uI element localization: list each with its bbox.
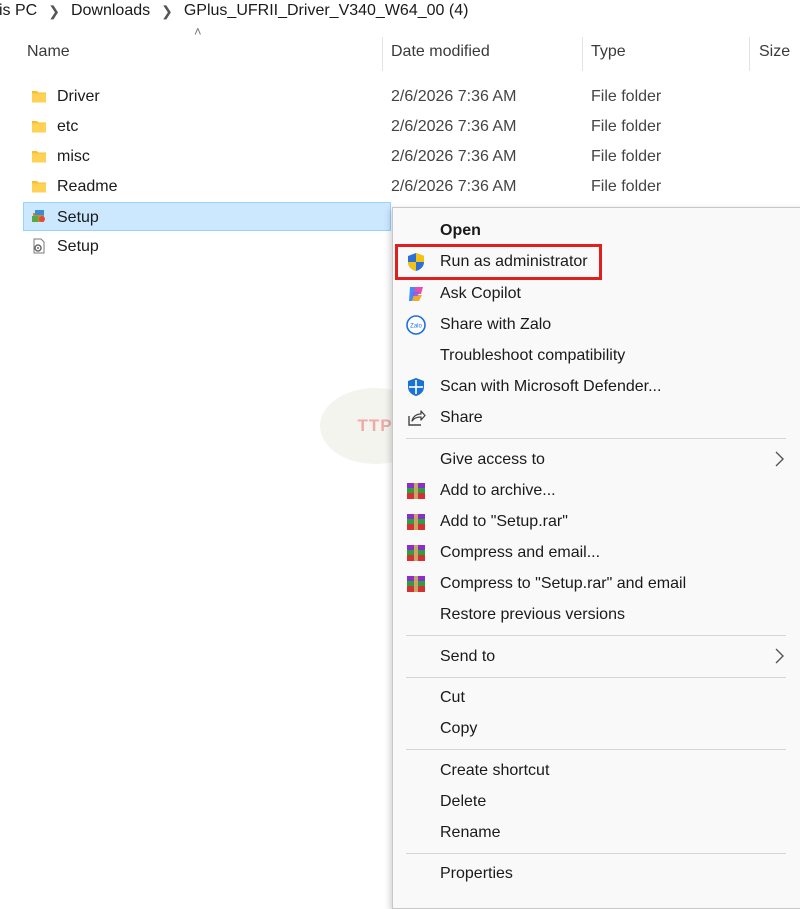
column-header-date-modified[interactable]: Date modified (391, 27, 490, 77)
menu-item-give-access-to[interactable]: Give access to (393, 444, 800, 475)
column-divider[interactable] (582, 37, 583, 71)
file-type: File folder (591, 87, 662, 105)
file-row-readme[interactable]: Readme 2/6/2026 7:36 AM File folder (23, 172, 800, 201)
file-name: Setup (57, 237, 99, 255)
copilot-icon (409, 287, 423, 301)
menu-item-label: Copy (440, 719, 478, 737)
winrar-icon (407, 514, 425, 530)
file-name: Driver (57, 87, 100, 105)
menu-item-label: Delete (440, 792, 487, 810)
defender-icon (408, 378, 424, 396)
menu-item-label: Scan with Microsoft Defender... (440, 377, 662, 395)
column-divider[interactable] (749, 37, 750, 71)
menu-item-label: Restore previous versions (440, 605, 625, 623)
file-name: misc (57, 147, 90, 165)
menu-item-properties[interactable]: Properties (393, 858, 800, 889)
watermark-text: TTP (357, 416, 393, 435)
menu-item-label: Compress to "Setup.rar" and email (440, 574, 687, 592)
file-date: 2/6/2026 7:36 AM (391, 117, 517, 135)
breadcrumb-downloads[interactable]: Downloads (69, 2, 152, 20)
menu-item-label: Share (440, 408, 483, 426)
config-file-icon (33, 238, 45, 254)
menu-item-label: Properties (440, 864, 513, 882)
file-row-driver[interactable]: Driver 2/6/2026 7:36 AM File folder (23, 82, 800, 111)
menu-separator (406, 749, 786, 750)
breadcrumb-this-pc[interactable]: is PC (0, 2, 39, 20)
menu-item-label: Open (440, 221, 481, 239)
menu-item-label: Add to "Setup.rar" (440, 512, 568, 530)
context-menu: Open Run as administrator Ask Copilot Za… (392, 207, 800, 909)
menu-item-scan-with-defender[interactable]: Scan with Microsoft Defender... (393, 371, 800, 402)
menu-separator (406, 438, 786, 439)
column-divider[interactable] (382, 37, 383, 71)
file-row-misc[interactable]: misc 2/6/2026 7:36 AM File folder (23, 142, 800, 171)
folder-icon (32, 121, 46, 133)
share-icon (408, 410, 426, 426)
file-name: Readme (57, 177, 118, 195)
menu-item-label: Add to archive... (440, 481, 556, 499)
chevron-right-icon: ❯ (161, 2, 173, 19)
file-date: 2/6/2026 7:36 AM (391, 87, 517, 105)
winrar-icon (407, 483, 425, 499)
menu-item-troubleshoot-compatibility[interactable]: Troubleshoot compatibility (393, 340, 800, 371)
menu-separator (406, 677, 786, 678)
breadcrumb-current-folder[interactable]: GPlus_UFRII_Driver_V340_W64_00 (4) (182, 2, 471, 20)
chevron-right-icon (775, 451, 784, 467)
menu-item-label: Send to (440, 647, 496, 665)
menu-separator (406, 635, 786, 636)
highlight-box (395, 244, 602, 280)
sort-ascending-icon: ˄ (194, 24, 202, 39)
breadcrumb: is PC ❯ Downloads ❯ GPlus_UFRII_Driver_V… (0, 0, 470, 22)
menu-item-restore-previous-versions[interactable]: Restore previous versions (393, 599, 800, 630)
chevron-right-icon (775, 648, 784, 664)
menu-item-label: Rename (440, 823, 501, 841)
svg-text:Zalo: Zalo (410, 324, 422, 330)
file-type: File folder (591, 177, 662, 195)
file-row-etc[interactable]: etc 2/6/2026 7:36 AM File folder (23, 112, 800, 141)
zalo-icon: Zalo (406, 315, 426, 335)
folder-icon (32, 151, 46, 163)
menu-item-label: Compress and email... (440, 543, 601, 561)
menu-item-compress-and-email[interactable]: Compress and email... (393, 537, 800, 568)
folder-icon (32, 181, 46, 193)
menu-item-send-to[interactable]: Send to (393, 641, 800, 672)
menu-item-compress-to-setup-rar-and-email[interactable]: Compress to "Setup.rar" and email (393, 568, 800, 599)
column-header-size[interactable]: Size (759, 27, 790, 77)
file-date: 2/6/2026 7:36 AM (391, 177, 517, 195)
menu-item-rename[interactable]: Rename (393, 817, 800, 848)
menu-item-label: Create shortcut (440, 761, 550, 779)
menu-item-label: Ask Copilot (440, 284, 521, 302)
file-row-setup-exe[interactable]: Setup (23, 202, 391, 231)
menu-separator (406, 853, 786, 854)
menu-item-label: Give access to (440, 450, 545, 468)
menu-item-label: Troubleshoot compatibility (440, 346, 626, 364)
winrar-icon (407, 576, 425, 592)
folder-icon (32, 91, 46, 103)
chevron-right-icon: ❯ (48, 2, 60, 19)
menu-item-share-with-zalo[interactable]: Zalo Share with Zalo (393, 309, 800, 340)
menu-item-ask-copilot[interactable]: Ask Copilot (393, 278, 800, 309)
menu-item-share[interactable]: Share (393, 402, 800, 433)
file-name: etc (57, 117, 79, 135)
winrar-icon (407, 545, 425, 561)
file-type: File folder (591, 117, 662, 135)
menu-item-delete[interactable]: Delete (393, 786, 800, 817)
menu-item-cut[interactable]: Cut (393, 682, 800, 713)
menu-item-create-shortcut[interactable]: Create shortcut (393, 755, 800, 786)
column-header-row: ˄ Name Date modified Type Size (0, 24, 800, 77)
file-type: File folder (591, 147, 662, 165)
setup-installer-icon (32, 210, 45, 222)
column-header-type[interactable]: Type (591, 27, 626, 77)
file-name: Setup (57, 208, 99, 226)
menu-item-add-to-archive[interactable]: Add to archive... (393, 475, 800, 506)
menu-item-label: Share with Zalo (440, 315, 552, 333)
menu-item-add-to-setup-rar[interactable]: Add to "Setup.rar" (393, 506, 800, 537)
menu-item-copy[interactable]: Copy (393, 713, 800, 744)
menu-item-label: Cut (440, 688, 465, 706)
column-header-name[interactable]: Name (27, 27, 70, 77)
file-date: 2/6/2026 7:36 AM (391, 147, 517, 165)
menu-item-open[interactable]: Open (393, 215, 800, 246)
